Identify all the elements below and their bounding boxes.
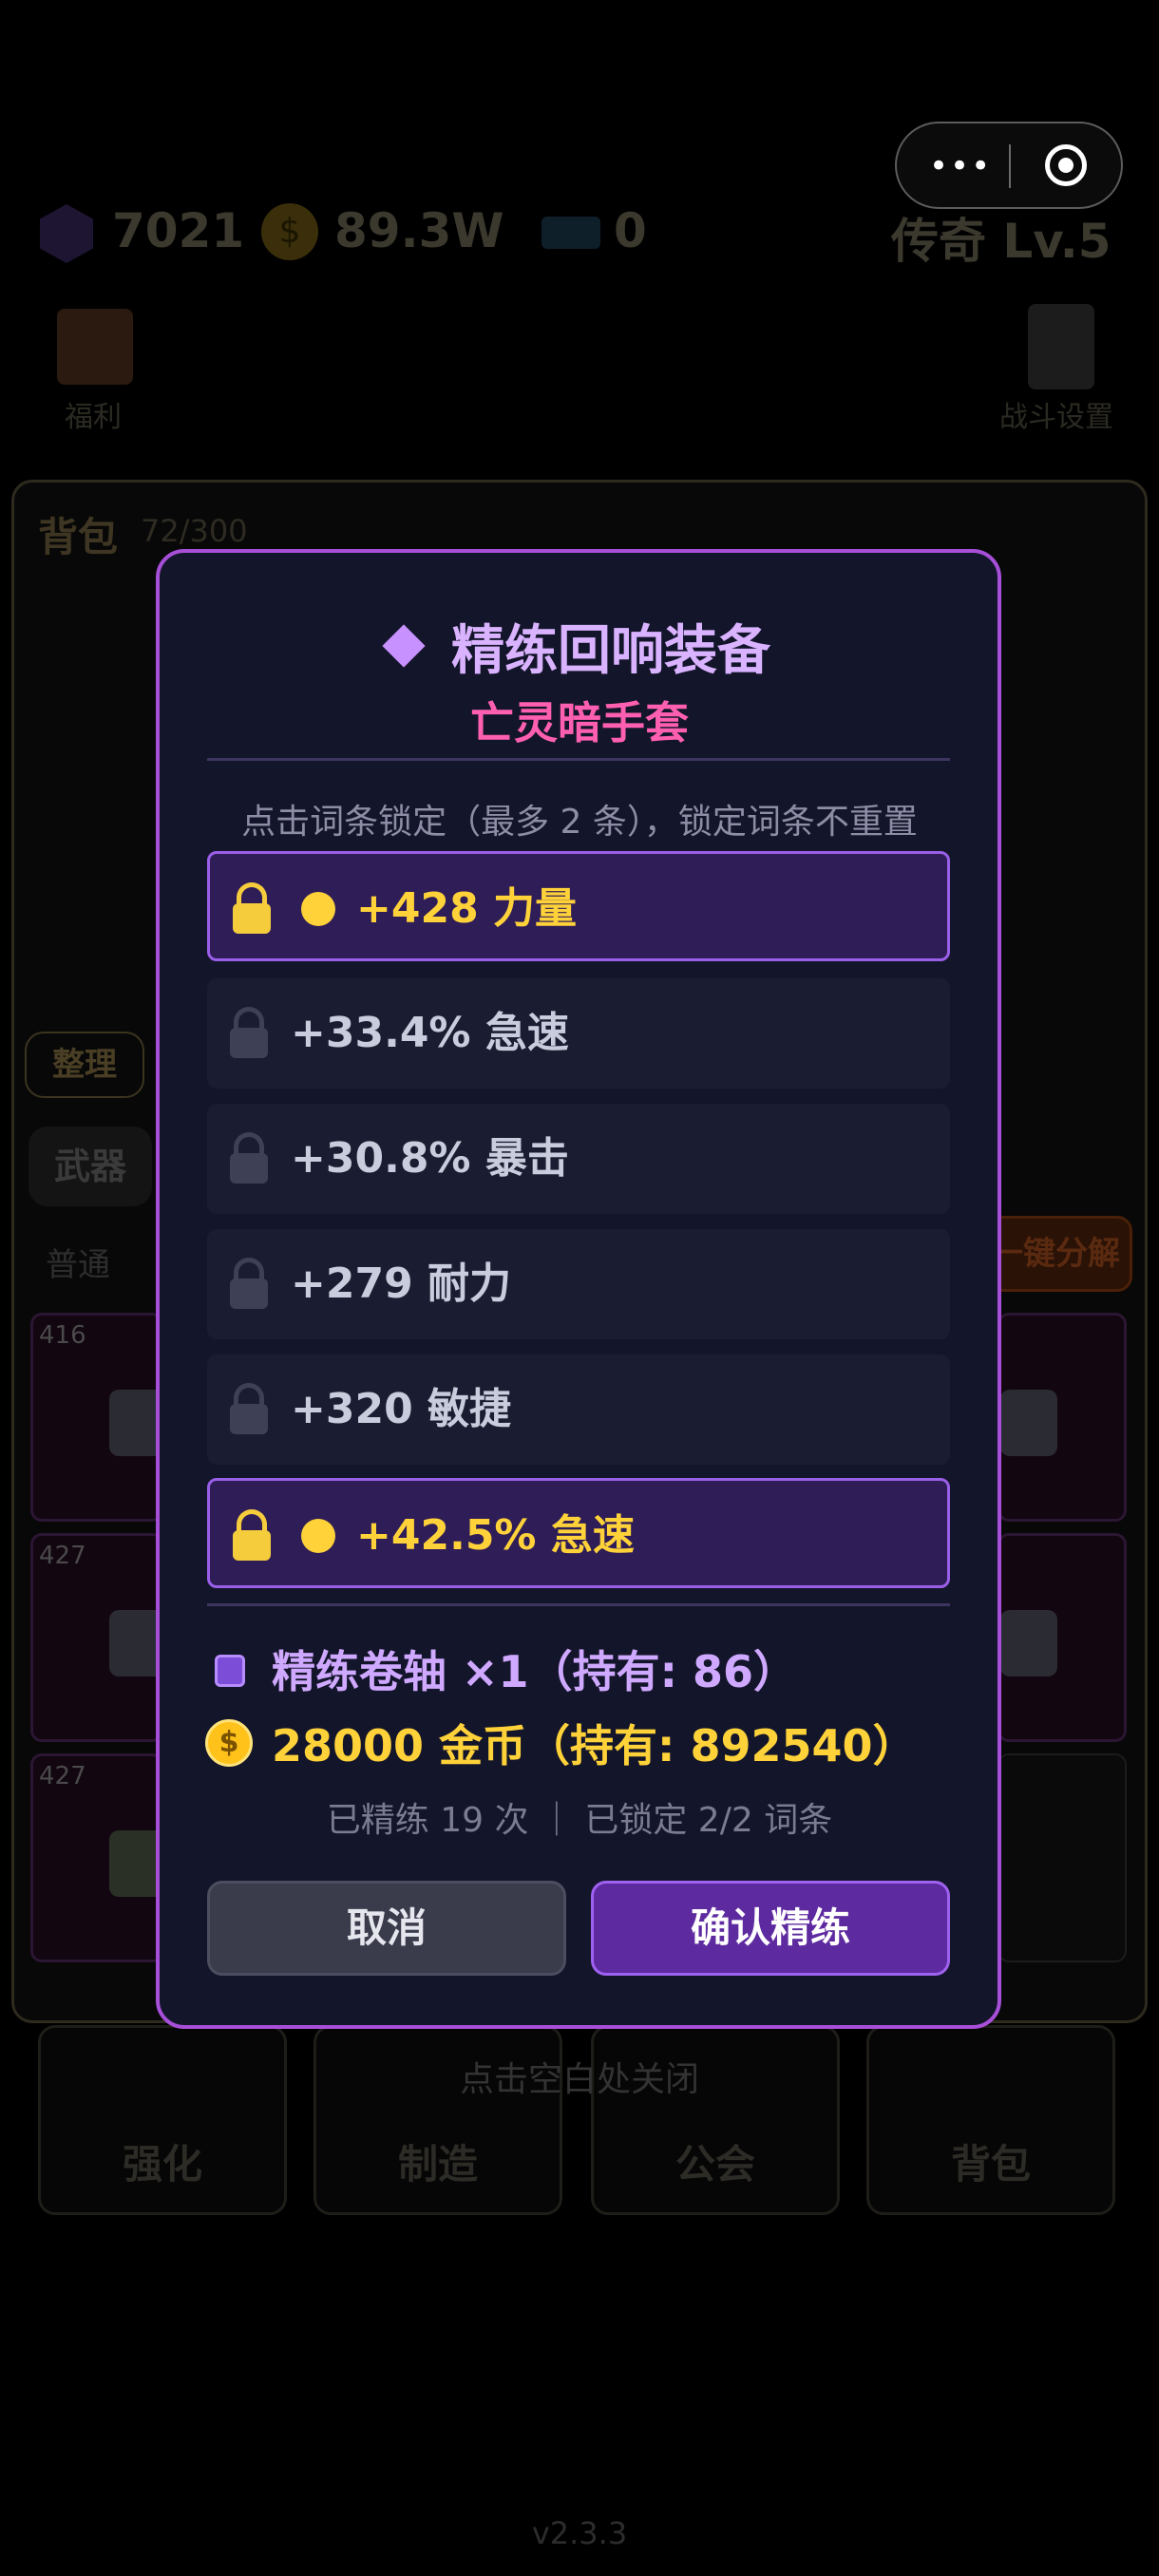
gem-icon <box>40 204 93 263</box>
modal-title-text: 精练回响装备 <box>451 620 770 682</box>
gold-coin-icon: $ <box>205 1719 253 1767</box>
scroll-cost: 精练卷轴 ×1（持有: 86） <box>272 1646 797 1697</box>
item-slot[interactable] <box>998 1313 1127 1522</box>
welfare-label: 福利 <box>65 401 122 434</box>
affix-text: +42.5% 急速 <box>356 1511 635 1560</box>
affix-row[interactable]: +30.8% 暴击 <box>207 1104 950 1214</box>
divider <box>207 758 950 761</box>
gem-count: 7021 <box>112 203 245 258</box>
dismantle-button[interactable]: 一键分解 <box>988 1216 1132 1292</box>
affix-row[interactable]: +33.4% 急速 <box>207 978 950 1089</box>
bag-capacity: 72/300 <box>141 513 248 549</box>
modal-title: 精练回响装备 <box>0 608 1159 685</box>
glove-icon <box>1000 1390 1057 1456</box>
nav-label: 公会 <box>674 2141 755 2188</box>
locked-dot-icon <box>301 1519 335 1553</box>
unlock-icon[interactable] <box>230 1258 268 1309</box>
affix-text: +33.4% 急速 <box>291 1009 569 1057</box>
nav-label: 制造 <box>397 2141 478 2188</box>
empty-slot[interactable] <box>998 1753 1127 1962</box>
gold-count: 89.3W <box>334 203 504 258</box>
glove-icon <box>1000 1610 1057 1676</box>
locked-dot-icon <box>301 892 335 926</box>
nav-label: 背包 <box>950 2141 1031 2188</box>
miniprogram-capsule: ••• <box>895 122 1123 209</box>
gold-icon: $ <box>261 203 318 260</box>
ticket-count: 0 <box>614 203 647 258</box>
lock-icon[interactable] <box>233 882 271 934</box>
ticket-icon <box>542 217 600 249</box>
lock-icon[interactable] <box>233 1509 271 1561</box>
affix-text: +428 力量 <box>356 884 578 933</box>
affix-row[interactable]: +42.5% 急速 <box>207 1478 950 1588</box>
battle-settings-label: 战斗设置 <box>999 401 1113 434</box>
unlock-icon[interactable] <box>230 1383 268 1434</box>
close-hint[interactable]: 点击空白处关闭 <box>0 2052 1159 2101</box>
affix-row[interactable]: +320 敏捷 <box>207 1354 950 1465</box>
filter-normal[interactable]: 普通 <box>46 1239 110 1285</box>
item-slot[interactable]: 427 <box>30 1533 166 1742</box>
item-slot[interactable] <box>998 1533 1127 1742</box>
diamond-icon <box>382 624 426 668</box>
refine-stats: 已精练 19 次 ｜ 已锁定 2/2 词条 <box>326 1801 833 1840</box>
item-level: 416 <box>39 1321 86 1350</box>
gold-cost: 28000 金币（持有: 892540） <box>272 1720 917 1771</box>
close-miniprogram-icon[interactable] <box>1045 144 1087 186</box>
capsule-divider <box>1009 144 1011 188</box>
gift-icon[interactable] <box>57 309 133 385</box>
tab-weapon[interactable]: 武器 <box>28 1127 152 1206</box>
affix-row[interactable]: +428 力量 <box>207 851 950 961</box>
confirm-refine-button[interactable]: 确认精练 <box>591 1881 950 1976</box>
item-level: 427 <box>39 1762 86 1790</box>
item-slot[interactable]: 416 <box>30 1313 166 1522</box>
nav-label: 强化 <box>122 2141 202 2188</box>
affix-text: +320 敏捷 <box>291 1385 512 1433</box>
unlock-icon[interactable] <box>230 1007 268 1058</box>
unlock-icon[interactable] <box>230 1132 268 1184</box>
item-level: 427 <box>39 1542 86 1570</box>
item-name: 亡灵暗手套 <box>470 697 689 748</box>
version-label: v2.3.3 <box>531 2515 628 2551</box>
scroll-icon <box>215 1655 245 1687</box>
clipboard-icon[interactable] <box>1028 304 1094 389</box>
rank-label: 传奇 Lv.5 <box>891 214 1112 269</box>
affix-text: +279 耐力 <box>291 1260 512 1308</box>
item-slot[interactable]: 427 <box>30 1753 166 1962</box>
affix-row[interactable]: +279 耐力 <box>207 1229 950 1339</box>
more-icon[interactable]: ••• <box>929 150 992 182</box>
divider <box>207 1603 950 1606</box>
bag-title: 背包 <box>38 514 119 560</box>
cancel-button[interactable]: 取消 <box>207 1881 566 1976</box>
sort-button[interactable]: 整理 <box>25 1032 144 1098</box>
lock-hint: 点击词条锁定（最多 2 条），锁定词条不重置 <box>241 803 918 842</box>
affix-text: +30.8% 暴击 <box>291 1134 569 1183</box>
